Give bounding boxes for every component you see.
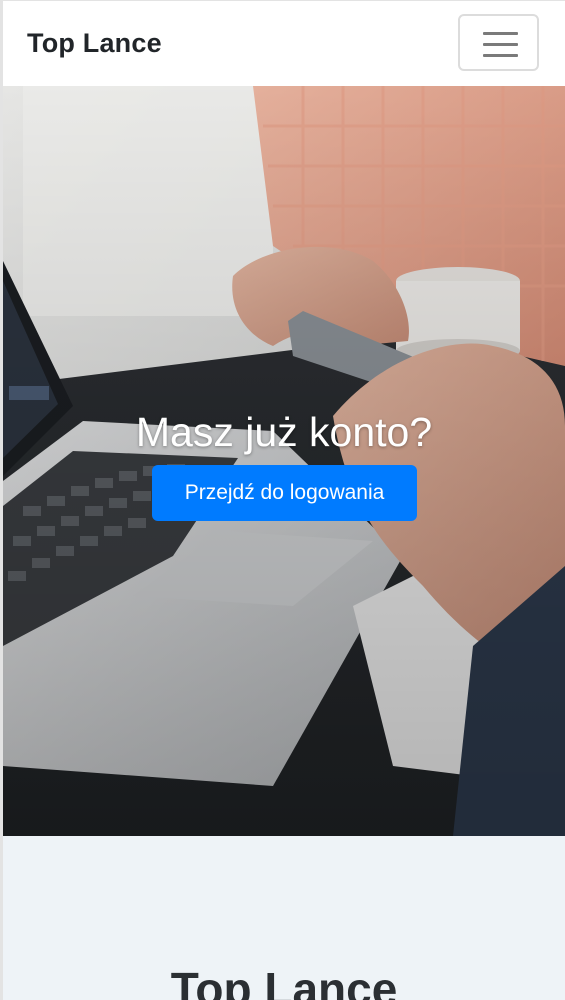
- hero-section: Masz już konto? Przejdź do logowania: [3, 86, 565, 836]
- navbar: Top Lance: [3, 1, 565, 86]
- section-title: Top Lance: [170, 963, 398, 1000]
- page: Top Lance Masz już konto? Przejdź do log…: [0, 0, 565, 1000]
- brand-link[interactable]: Top Lance: [27, 28, 162, 59]
- brand-section: Top Lance: [3, 836, 565, 1000]
- hero-background-image: [3, 86, 565, 836]
- navbar-toggler-button[interactable]: [458, 14, 539, 71]
- hero-title: Masz już konto?: [135, 409, 433, 456]
- login-button[interactable]: Przejdź do logowania: [152, 465, 417, 521]
